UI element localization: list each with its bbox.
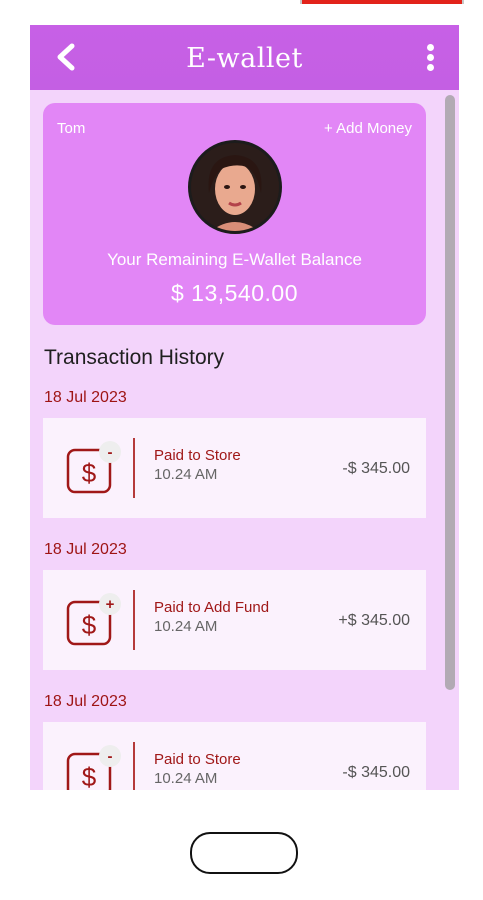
transaction-time: 10.24 AM: [154, 770, 218, 787]
transaction-row[interactable]: $ - Paid to Store 10.24 AM -$ 345.00: [43, 722, 426, 790]
wallet-balance-card: Tom + Add Money Your Remaining E-Wallet …: [43, 103, 426, 325]
user-name: Tom: [57, 120, 86, 137]
svg-text:$: $: [82, 458, 97, 488]
dollar-debit-icon: $ -: [66, 441, 121, 494]
transaction-date: 18 Jul 2023: [44, 541, 127, 558]
status-strip: [300, 0, 464, 4]
more-vertical-icon[interactable]: [425, 44, 435, 76]
transaction-date: 18 Jul 2023: [44, 389, 127, 406]
svg-text:$: $: [82, 762, 97, 790]
transaction-history-title: Transaction History: [44, 346, 225, 369]
transaction-time: 10.24 AM: [154, 466, 218, 483]
transaction-amount: -$ 345.00: [342, 460, 410, 477]
divider: [133, 590, 135, 650]
svg-text:-: -: [108, 444, 113, 461]
app-bar: E-wallet: [30, 25, 459, 90]
transaction-row[interactable]: $ + Paid to Add Fund 10.24 AM +$ 345.00: [43, 570, 426, 670]
transaction-time: 10.24 AM: [154, 618, 218, 635]
scrollbar[interactable]: [445, 95, 455, 690]
dollar-debit-icon: $ -: [66, 745, 121, 790]
transaction-amount: -$ 345.00: [342, 764, 410, 781]
dollar-credit-icon: $ +: [66, 593, 121, 646]
avatar: [188, 140, 282, 234]
transaction-name: Paid to Store: [154, 751, 241, 768]
home-button[interactable]: [190, 832, 298, 874]
svg-text:+: +: [106, 596, 115, 613]
balance-label: Your Remaining E-Wallet Balance: [107, 250, 362, 269]
transaction-name: Paid to Store: [154, 447, 241, 464]
phone-screen: E-wallet Tom + Add Money Your Remaining …: [30, 25, 459, 790]
svg-text:-: -: [108, 748, 113, 765]
divider: [133, 438, 135, 498]
balance-amount: $ 13,540.00: [170, 280, 298, 306]
transaction-date: 18 Jul 2023: [44, 693, 127, 710]
add-money-link[interactable]: + Add Money: [324, 120, 412, 137]
transaction-amount: +$ 345.00: [338, 612, 410, 629]
divider: [133, 742, 135, 790]
svg-text:$: $: [82, 610, 97, 640]
page-title: E-wallet: [186, 43, 303, 74]
transaction-row[interactable]: $ - Paid to Store 10.24 AM -$ 345.00: [43, 418, 426, 518]
transaction-name: Paid to Add Fund: [154, 599, 270, 616]
